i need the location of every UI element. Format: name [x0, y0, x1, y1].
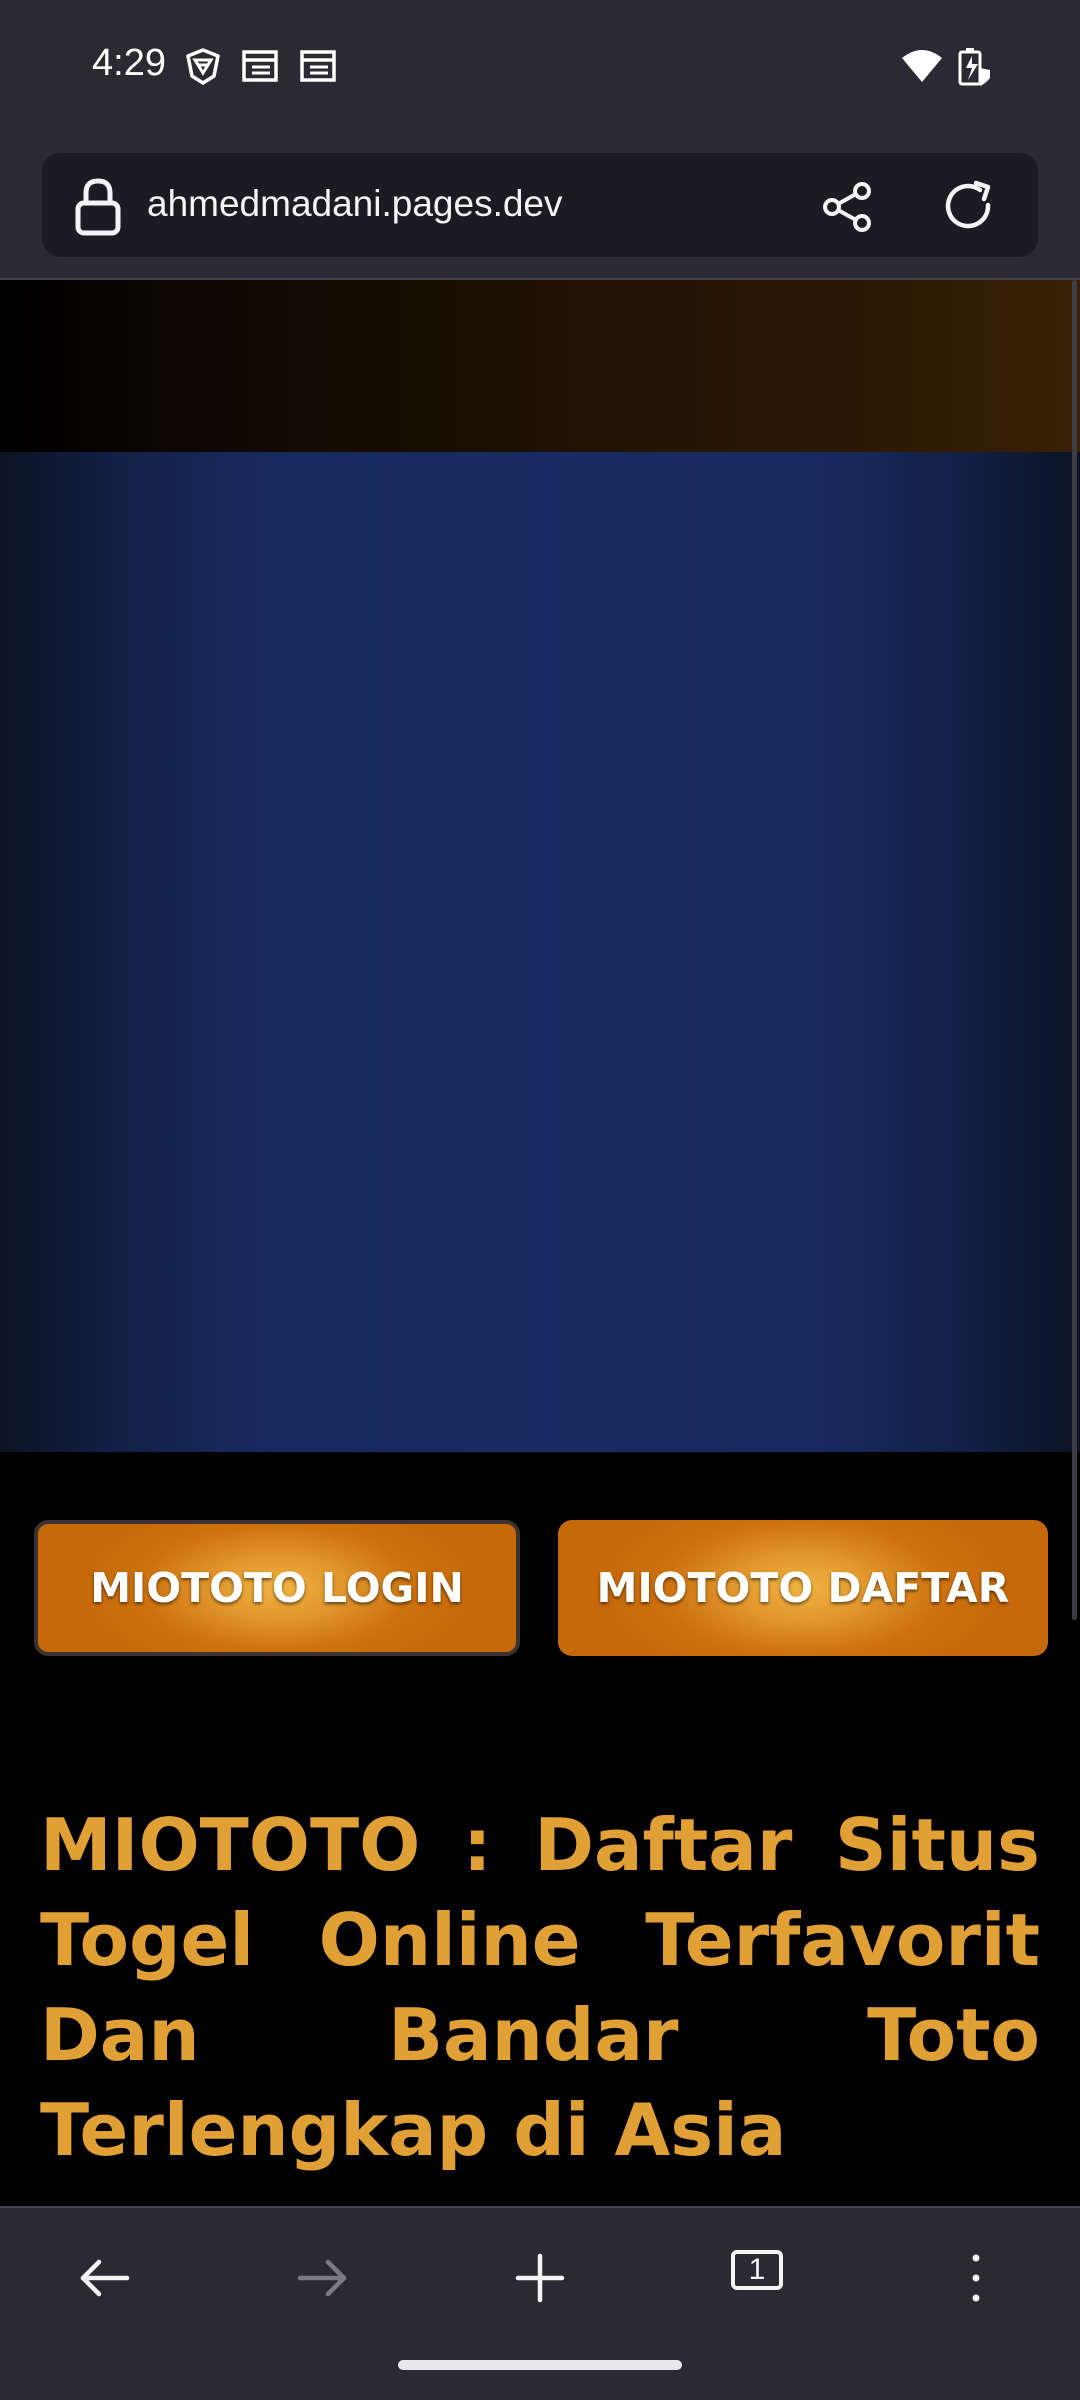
wifi-icon — [902, 50, 942, 82]
login-button[interactable]: MIOTOTO LOGIN — [34, 1520, 520, 1656]
back-icon[interactable] — [73, 2246, 137, 2310]
browser-toolbar: ahmedmadani.pages.dev — [0, 136, 1080, 280]
status-bar: 4:29 — [0, 0, 1080, 136]
lock-icon[interactable] — [70, 177, 126, 237]
new-tab-icon[interactable] — [508, 2246, 572, 2310]
tab-counter-icon[interactable]: 1 — [731, 2250, 787, 2298]
url-bar[interactable]: ahmedmadani.pages.dev — [42, 153, 1038, 257]
url-text[interactable]: ahmedmadani.pages.dev — [147, 183, 563, 225]
page-headline: MIOTOTO : Daftar Situs Togel Online Terf… — [40, 1803, 1040, 2172]
bottom-toolbar: 1 — [0, 2206, 1080, 2400]
tab-count: 1 — [731, 2250, 783, 2290]
battery-icon — [958, 48, 990, 86]
status-time: 4:29 — [92, 42, 166, 84]
home-indicator[interactable] — [398, 2360, 682, 2370]
vpn-shield-icon — [186, 48, 220, 85]
share-icon[interactable] — [820, 179, 876, 235]
page-scrollbar[interactable] — [1072, 280, 1077, 1620]
forward-icon[interactable] — [290, 2246, 354, 2310]
page-header-strip — [0, 280, 1080, 452]
calendar-icon — [242, 50, 278, 82]
reload-icon[interactable] — [942, 179, 998, 235]
daftar-button[interactable]: MIOTOTO DAFTAR — [558, 1520, 1048, 1656]
menu-icon[interactable] — [944, 2246, 1008, 2310]
screen: 4:29 ahmedmadani.pages.dev MIOTOTO LOGIN… — [0, 0, 1080, 2400]
hero-banner — [0, 452, 1080, 1452]
calendar-icon — [300, 50, 336, 82]
